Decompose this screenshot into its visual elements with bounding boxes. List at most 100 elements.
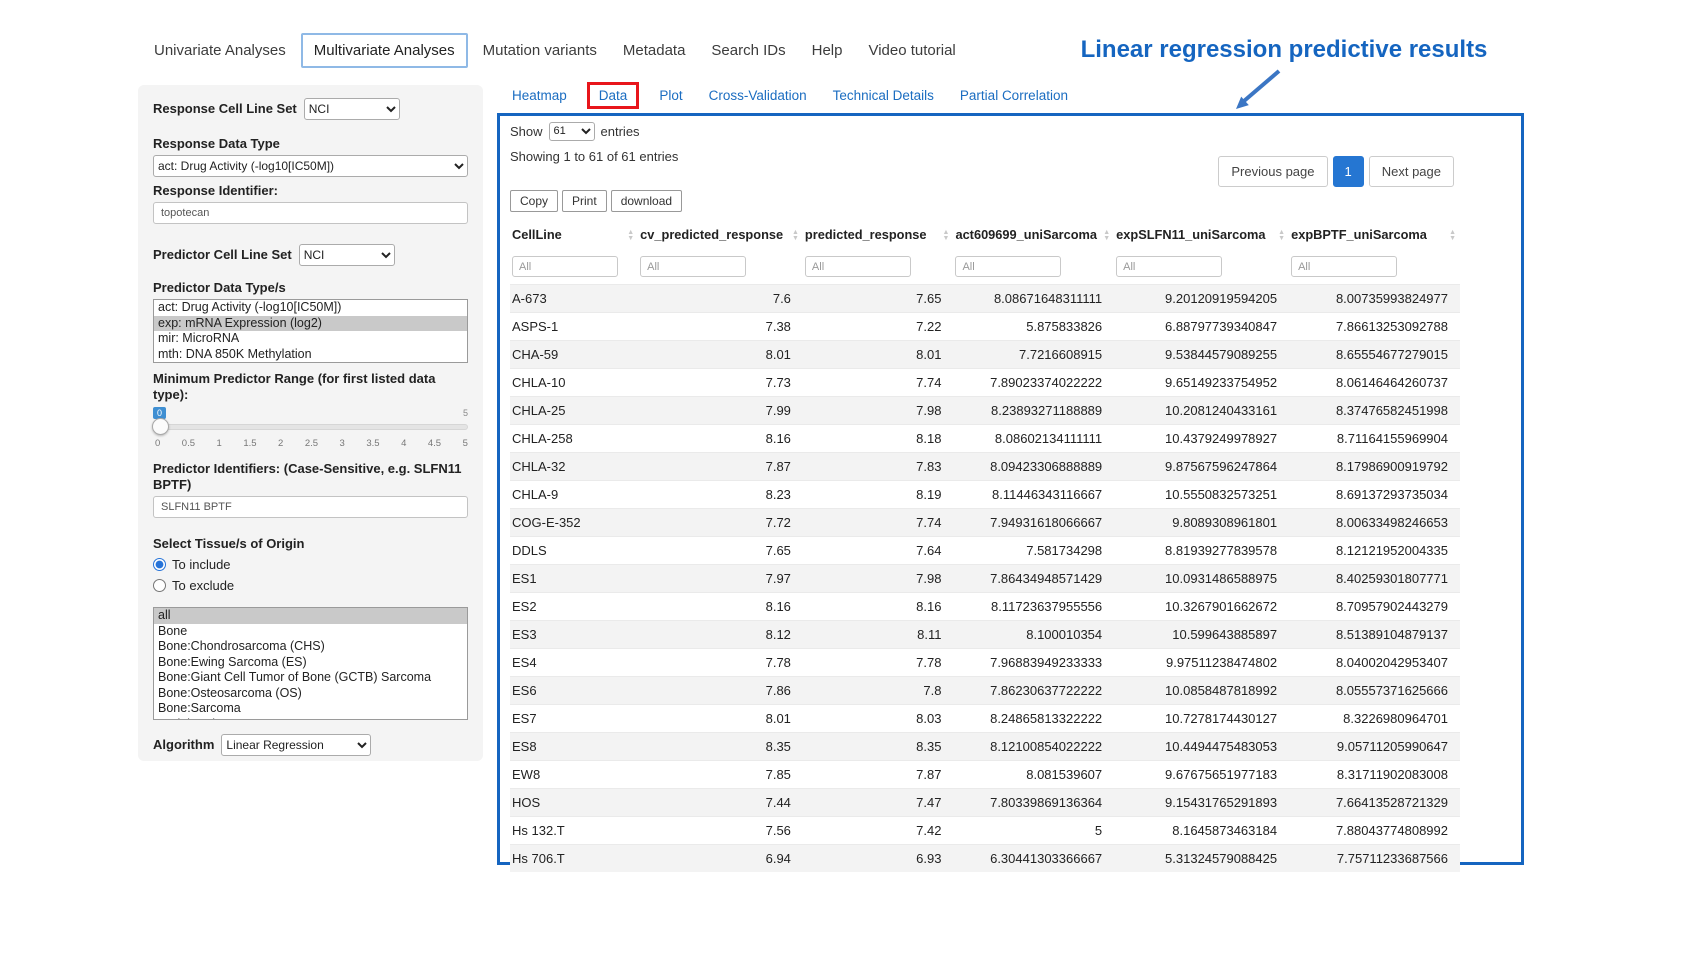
slider-track[interactable]: [153, 424, 468, 430]
nav-metadata[interactable]: Metadata: [612, 35, 697, 66]
response-data-type-select[interactable]: act: Drug Activity (-log10[IC50M]): [153, 155, 468, 177]
cell-line-name: ASPS-1: [510, 313, 638, 341]
tab-plot[interactable]: Plot: [659, 88, 682, 103]
cell-value: 7.98: [803, 565, 954, 593]
cell-value: 8.12100854022222: [953, 733, 1114, 761]
print-button[interactable]: Print: [562, 190, 607, 212]
response-identifier-input[interactable]: [153, 202, 468, 224]
cell-value: 5.31324579088425: [1114, 845, 1289, 873]
cell-line-name: Hs 132.T: [510, 817, 638, 845]
cell-value: 8.16: [638, 593, 803, 621]
tissue-exclude-radio[interactable]: [153, 579, 166, 592]
tissue-option[interactable]: Bone: [154, 624, 467, 640]
predictor-data-type-option[interactable]: act: Drug Activity (-log10[IC50M]): [154, 300, 467, 316]
nav-search-ids[interactable]: Search IDs: [700, 35, 796, 66]
cell-line-name: A-673: [510, 285, 638, 313]
nav-univariate-analyses[interactable]: Univariate Analyses: [143, 35, 297, 66]
tab-heatmap[interactable]: Heatmap: [512, 88, 567, 103]
cell-value: 9.65149233754952: [1114, 369, 1289, 397]
sort-icon: ▲▼: [943, 230, 950, 242]
tab-data[interactable]: Data: [587, 82, 640, 109]
cell-value: 9.97511238474802: [1114, 649, 1289, 677]
top-nav: Univariate Analyses Multivariate Analyse…: [143, 33, 967, 68]
cell-line-name: ES8: [510, 733, 638, 761]
table-row: A-6737.67.658.086716483111119.2012091959…: [510, 285, 1460, 313]
tissue-option[interactable]: Bone:Ewing Sarcoma (ES): [154, 655, 467, 671]
cell-value: 8.19: [803, 481, 954, 509]
tissue-option[interactable]: Bone:Giant Cell Tumor of Bone (GCTB) Sar…: [154, 670, 467, 686]
tissue-include-radio[interactable]: [153, 558, 166, 571]
tissue-option[interactable]: Bone:Osteosarcoma (OS): [154, 686, 467, 702]
download-button[interactable]: download: [611, 190, 682, 212]
slider-handle[interactable]: [152, 418, 169, 435]
nav-mutation-variants[interactable]: Mutation variants: [472, 35, 608, 66]
cell-value: 7.7216608915: [953, 341, 1114, 369]
cell-value: 5: [953, 817, 1114, 845]
cell-value: 7.87: [803, 761, 954, 789]
tissue-option-selected[interactable]: all: [154, 608, 467, 624]
response-identifier-label: Response Identifier:: [153, 183, 468, 199]
predictor-data-type-option-selected[interactable]: exp: mRNA Expression (log2): [154, 316, 467, 332]
cell-value: 7.86: [638, 677, 803, 705]
cell-value: 7.65: [638, 537, 803, 565]
cell-value: 8.24865813322222: [953, 705, 1114, 733]
cell-value: 8.35: [803, 733, 954, 761]
cell-value: 8.01: [803, 341, 954, 369]
filter-input-act609699[interactable]: [955, 256, 1061, 277]
nav-help[interactable]: Help: [801, 35, 854, 66]
cell-value: 10.3267901662672: [1114, 593, 1289, 621]
copy-button[interactable]: Copy: [510, 190, 558, 212]
cell-value: 8.23893271188889: [953, 397, 1114, 425]
filter-input-cv-predicted-response[interactable]: [640, 256, 746, 277]
table-row: DDLS7.657.647.5817342988.819392778395788…: [510, 537, 1460, 565]
cell-value: 7.65: [803, 285, 954, 313]
predictor-data-type-option[interactable]: mir: MicroRNA: [154, 331, 467, 347]
col-header-cv-predicted-response[interactable]: ▲▼cv_predicted_response: [638, 220, 803, 249]
table-row: ES88.358.358.1210085402222210.4494475483…: [510, 733, 1460, 761]
predictor-cell-line-set-select[interactable]: NCI: [299, 244, 395, 266]
nav-multivariate-analyses[interactable]: Multivariate Analyses: [301, 33, 468, 68]
tissue-option[interactable]: Bone:Chondrosarcoma (CHS): [154, 639, 467, 655]
cell-value: 9.53844579089255: [1114, 341, 1289, 369]
cell-value: 8.40259301807771: [1289, 565, 1460, 593]
cell-line-name: CHLA-9: [510, 481, 638, 509]
predictor-data-types-listbox: act: Drug Activity (-log10[IC50M]) exp: …: [153, 299, 468, 363]
table-filter-row: [510, 249, 1460, 285]
cell-value: 7.86613253092788: [1289, 313, 1460, 341]
cell-value: 8.16: [803, 593, 954, 621]
col-header-expslfn11[interactable]: ▲▼expSLFN11_uniSarcoma: [1114, 220, 1289, 249]
previous-page-button[interactable]: Previous page: [1218, 156, 1327, 187]
current-page-button[interactable]: 1: [1333, 156, 1364, 187]
cell-value: 10.5550832573251: [1114, 481, 1289, 509]
col-header-expbptf[interactable]: ▲▼expBPTF_uniSarcoma: [1289, 220, 1460, 249]
cell-value: 7.89023374022222: [953, 369, 1114, 397]
col-header-predicted-response[interactable]: ▲▼predicted_response: [803, 220, 954, 249]
filter-input-predicted-response[interactable]: [805, 256, 911, 277]
tab-cross-validation[interactable]: Cross-Validation: [709, 88, 807, 103]
cell-value: 8.65554677279015: [1289, 341, 1460, 369]
nav-video-tutorial[interactable]: Video tutorial: [857, 35, 966, 66]
predictor-identifiers-input[interactable]: [153, 496, 468, 518]
cell-value: 6.88797739340847: [1114, 313, 1289, 341]
filter-input-expbptf[interactable]: [1291, 256, 1397, 277]
next-page-button[interactable]: Next page: [1369, 156, 1454, 187]
cell-value: 6.93: [803, 845, 954, 873]
response-cell-line-set-select[interactable]: NCI: [304, 98, 400, 120]
col-header-act609699[interactable]: ▲▼act609699_uniSarcoma: [953, 220, 1114, 249]
annotation-title: Linear regression predictive results: [1062, 36, 1506, 64]
table-row: Hs 706.T6.946.936.304413033666675.313245…: [510, 845, 1460, 873]
tab-partial-correlation[interactable]: Partial Correlation: [960, 88, 1068, 103]
predictor-data-type-option[interactable]: mth: DNA 850K Methylation: [154, 347, 467, 363]
cell-value: 10.4494475483053: [1114, 733, 1289, 761]
predictor-identifiers-label: Predictor Identifiers: (Case-Sensitive, …: [153, 461, 468, 493]
show-entries-select[interactable]: 61: [549, 122, 595, 141]
cell-value: 8.17986900919792: [1289, 453, 1460, 481]
response-data-type-label: Response Data Type: [153, 136, 468, 152]
tissue-option[interactable]: Bone:Sarcoma: [154, 701, 467, 717]
cell-value: 8.12: [638, 621, 803, 649]
col-header-cellline[interactable]: ▲▼CellLine: [510, 220, 638, 249]
filter-input-cellline[interactable]: [512, 256, 618, 277]
filter-input-expslfn11[interactable]: [1116, 256, 1222, 277]
algorithm-select[interactable]: Linear Regression: [221, 734, 371, 756]
tab-technical-details[interactable]: Technical Details: [833, 88, 934, 103]
